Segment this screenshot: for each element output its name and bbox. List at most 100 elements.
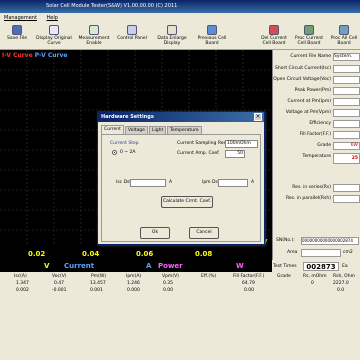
voc-value [333, 76, 360, 84]
voltage-unit-legend: V [44, 262, 50, 270]
table-cell: 0.001 [90, 288, 103, 293]
x-tick-label: 0.06 [136, 250, 154, 258]
data-enlarge-display-label: Data Enlarge Display [157, 36, 187, 46]
current-file-name-field[interactable]: System. [333, 53, 360, 61]
enlarge-icon [167, 25, 177, 35]
previous-cell-board-button[interactable]: Previous Cell Board [194, 24, 230, 49]
chart-legend: I-V Curve P-V Curve [2, 52, 67, 59]
isc-dst-unit: A [169, 180, 173, 185]
hardware-settings-dialog: Hardware Settings × Current Voltage Ligh… [97, 111, 265, 245]
col-header-isc: Isc(A) [14, 274, 27, 279]
test-times-value: 002873 [303, 262, 339, 271]
col-header-fill-factor: Fill Factor(F.F.) [233, 274, 265, 279]
display-original-curve-button[interactable]: Display Original Curve [34, 24, 74, 49]
proc-all-cell-board-button[interactable]: Proc All Cell Board [328, 24, 360, 49]
current-legend: Current [64, 262, 95, 270]
rsh-label: Res. in parallel(Rsh) [285, 196, 331, 201]
table-cell: 13.457 [90, 281, 106, 286]
data-enlarge-display-button[interactable]: Data Enlarge Display [152, 24, 192, 49]
proc-all-cell-board-label: Proc All Cell Board [330, 36, 358, 46]
test-times-unit: Ea [342, 264, 348, 269]
test-times-box: Test Times 002873 Ea [272, 262, 360, 272]
iv-curve-legend: I-V Curve [2, 52, 33, 59]
menu-management[interactable]: Management [4, 15, 37, 21]
tab-temperature[interactable]: Temperature [167, 126, 202, 134]
current-sampling-res-label: Current Sampling Res. [177, 141, 228, 146]
col-header-vpm: Vpm(V) [162, 274, 179, 279]
table-cell: 0.47 [54, 281, 65, 286]
grade-value: 6W [333, 142, 360, 150]
process-all-icon [339, 25, 349, 35]
calculate-current-coef-button[interactable]: Calculate Crrnt. Coef. [161, 196, 213, 208]
table-cell: 0.0 [337, 288, 345, 293]
current-step-radio[interactable] [112, 150, 117, 155]
dialog-body: Current Step 0 ~ 2A Current Sampling Res… [101, 134, 261, 242]
proc-current-cell-board-label: Proc Current Cell Board [295, 36, 323, 46]
efficiency-value [333, 120, 360, 128]
isc-value [333, 65, 360, 73]
ipm-dst-unit: A [251, 180, 255, 185]
x-tick-label: 0.04 [82, 250, 100, 258]
rs-label: Res. in series(Rs) [292, 185, 331, 190]
area-field[interactable] [301, 249, 341, 257]
current-amp-coef-field[interactable]: 50 [225, 150, 245, 158]
ok-button[interactable]: Ok [140, 227, 170, 239]
tab-voltage[interactable]: Voltage [125, 126, 148, 134]
test-times-label: Test Times [273, 264, 297, 269]
del-current-cell-board-button[interactable]: Del Current Cell Board [258, 24, 290, 49]
measurement-enable-label: Measurement Enable [78, 36, 110, 46]
measurement-panel: Current File Name System. Short Circuit … [272, 50, 360, 260]
current-step-label: Current Step [110, 141, 139, 146]
rsh-value [333, 195, 360, 203]
table-cell: 0 [311, 281, 314, 286]
voc-label: Open Circuit Voltage(Voc) [273, 77, 331, 82]
current-step-option: 0 ~ 2A [120, 150, 136, 155]
cancel-button[interactable]: Cancel [189, 227, 219, 239]
col-header-voc: Voc(V) [52, 274, 67, 279]
close-icon[interactable]: × [254, 113, 262, 121]
pv-curve-legend: P-V Curve [34, 52, 68, 59]
table-cell: 2227.0 [333, 281, 349, 286]
del-current-cell-board-label: Del Current Cell Board [261, 36, 287, 46]
col-header-rsh: Rsh, Ohm [333, 274, 355, 279]
control-panel-button[interactable]: Control Panel [114, 24, 150, 49]
efficiency-label: Efficiency [309, 121, 331, 126]
sn-field[interactable]: 00000000000000002874 [301, 237, 359, 245]
current-amp-coef-label: Current Amp. Coef. [177, 151, 220, 156]
delete-icon [269, 25, 279, 35]
col-header-eff: Eff.(%) [201, 274, 217, 279]
current-sampling-res-select[interactable]: 100mOhm [225, 140, 258, 148]
area-label: Area [287, 250, 298, 255]
sn-label: SN(No.): [276, 238, 295, 243]
current-file-name-label: Current File Name [290, 54, 331, 59]
power-legend: Power [158, 262, 183, 270]
current-unit-legend: A [146, 262, 152, 270]
table-cell: 64.79 [242, 281, 255, 286]
proc-current-cell-board-button[interactable]: Proc Current Cell Board [292, 24, 326, 49]
x-tick-label: 0.08 [195, 250, 213, 258]
temperature-label: Temperature [302, 154, 331, 159]
ipm-label: Current at Pm(Ipm) [287, 99, 331, 104]
table-cell: -0.001 [52, 288, 67, 293]
fill-factor-value [333, 131, 360, 139]
curve-icon [49, 25, 59, 35]
measurement-enable-button[interactable]: Measurement Enable [76, 24, 112, 49]
col-header-grade: Grade [277, 274, 291, 279]
process-icon [304, 25, 314, 35]
table-cell: 0.000 [127, 288, 140, 293]
save-file-button[interactable]: Save File [2, 24, 32, 49]
table-cell: 0.002 [16, 288, 29, 293]
previous-cell-board-label: Previous Cell Board [197, 36, 227, 46]
table-cell: 0.35 [163, 281, 174, 286]
isc-dst-field[interactable] [130, 179, 166, 187]
control-panel-label: Control Panel [117, 36, 147, 41]
menu-help[interactable]: Help [47, 15, 58, 21]
grade-label: Grade [317, 143, 331, 148]
table-cell: 1.347 [16, 281, 29, 286]
ipm-value [333, 98, 360, 106]
window-title: Solar Cell Module Tester(S&W) V1.00.00.0… [0, 0, 360, 13]
tab-light[interactable]: Light [149, 126, 167, 134]
tab-current[interactable]: Current [101, 125, 124, 134]
temperature-value: 25 [333, 153, 360, 164]
ipm-dst-field[interactable] [218, 179, 248, 187]
